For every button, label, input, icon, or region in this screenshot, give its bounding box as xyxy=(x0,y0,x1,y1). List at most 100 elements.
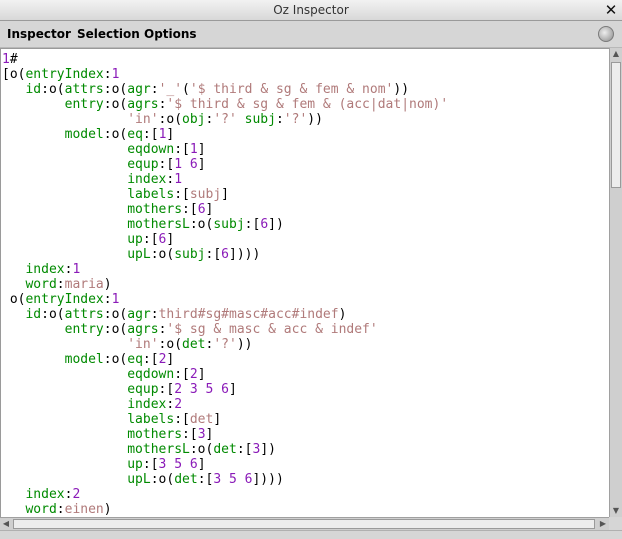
menu-selection[interactable]: Selection xyxy=(77,27,140,41)
feature-name: subj xyxy=(244,112,276,127)
menu-inspector[interactable]: Inspector xyxy=(7,27,71,41)
punctuation: : xyxy=(56,502,65,517)
scroll-left-icon[interactable]: ◀ xyxy=(1,519,11,529)
atom-value: '$ sg & masc & acc & indef' xyxy=(166,322,378,337)
tree-line[interactable]: entry:o(agrs:'$ sg & masc & acc & indef' xyxy=(2,322,609,337)
atom-value: third#sg#masc#acc#indef xyxy=(158,307,339,322)
tree-line[interactable]: index:1 xyxy=(2,172,609,187)
scroll-corner xyxy=(609,517,622,530)
punctuation: :[ xyxy=(174,412,190,427)
tree-line[interactable]: o(entryIndex:1 xyxy=(2,292,609,307)
number-value: 1 xyxy=(189,142,198,157)
number-value: 3 xyxy=(197,427,206,442)
tree-line[interactable]: up:[6] xyxy=(2,232,609,247)
punctuation: ]))) xyxy=(229,247,261,262)
punctuation: :[ xyxy=(142,352,159,367)
punctuation xyxy=(2,187,127,202)
horizontal-scroll-thumb[interactable] xyxy=(13,519,595,529)
tree-line[interactable]: 1# xyxy=(2,52,609,67)
punctuation: :[ xyxy=(174,187,190,202)
punctuation: :[ xyxy=(244,217,261,232)
atom-value: '_' xyxy=(158,82,183,97)
atom-value: '$ third & sg & fem & nom' xyxy=(189,82,394,97)
tree-line[interactable]: eqdown:[1] xyxy=(2,142,609,157)
tree-line[interactable]: word:einen) xyxy=(2,502,609,517)
punctuation xyxy=(2,352,65,367)
punctuation xyxy=(2,247,127,262)
feature-name: index xyxy=(127,397,167,412)
punctuation: :[ xyxy=(197,472,214,487)
tree-line[interactable]: id:o(attrs:o(agr:'_'('$ third & sg & fem… xyxy=(2,82,609,97)
tree-line[interactable]: up:[3 5 6] xyxy=(2,457,609,472)
feature-name: id xyxy=(25,82,42,97)
tree-line[interactable]: equp:[2 3 5 6] xyxy=(2,382,609,397)
vertical-scrollbar[interactable]: ▲ ▼ xyxy=(609,48,622,517)
number-value: 1 xyxy=(2,52,10,67)
feature-name: det xyxy=(174,472,198,487)
punctuation: ]) xyxy=(268,217,284,232)
scroll-up-icon[interactable]: ▲ xyxy=(611,49,621,59)
number-value: 2 3 5 6 xyxy=(174,382,229,397)
horizontal-scrollbar[interactable]: ◀ ▶ xyxy=(0,517,609,530)
tree-line[interactable]: entry:o(agrs:'$ third & sg & fem & (acc|… xyxy=(2,97,609,112)
tree-line[interactable]: mothersL:o(det:[3]) xyxy=(2,442,609,457)
tree-line[interactable]: index:2 xyxy=(2,487,609,502)
feature-name: upL xyxy=(127,247,151,262)
punctuation: :o( xyxy=(41,307,65,322)
tree-line[interactable]: mothers:[6] xyxy=(2,202,609,217)
tree-line[interactable]: labels:[subj] xyxy=(2,187,609,202)
punctuation: )) xyxy=(393,82,410,97)
feature-name: attrs xyxy=(64,82,104,97)
tree-line[interactable]: word:maria) xyxy=(2,277,609,292)
punctuation: ) xyxy=(103,502,112,517)
punctuation xyxy=(2,172,127,187)
tree-line[interactable]: [o(entryIndex:1 xyxy=(2,67,609,82)
tree-line[interactable]: eqdown:[2] xyxy=(2,367,609,382)
tree-line[interactable]: mothers:[3] xyxy=(2,427,609,442)
feature-name: equp xyxy=(127,382,159,397)
feature-name: equp xyxy=(127,157,159,172)
tree-line[interactable]: model:o(eq:[2] xyxy=(2,352,609,367)
feature-name: word xyxy=(25,502,57,517)
atom-value: subj xyxy=(189,187,222,202)
close-icon[interactable]: ✕ xyxy=(602,1,620,19)
number-value: 6 xyxy=(221,247,229,262)
tree-line[interactable]: 'in':o(det:'?')) xyxy=(2,337,609,352)
feature-name: obj xyxy=(182,112,206,127)
punctuation: ] xyxy=(166,127,175,142)
feature-name: eqdown xyxy=(127,142,175,157)
vertical-scroll-thumb[interactable] xyxy=(611,62,621,188)
tree-line[interactable]: mothersL:o(subj:[6]) xyxy=(2,217,609,232)
punctuation: :[ xyxy=(142,232,159,247)
scroll-right-icon[interactable]: ▶ xyxy=(598,519,608,529)
tree-line[interactable]: labels:[det] xyxy=(2,412,609,427)
tree-line[interactable]: model:o(eq:[1] xyxy=(2,127,609,142)
number-value: 6 xyxy=(197,202,206,217)
punctuation: ] xyxy=(221,187,229,202)
feature-name: model xyxy=(64,352,104,367)
punctuation: :o( xyxy=(103,97,128,112)
inspector-view[interactable]: 1# [o(entryIndex:1 id:o(attrs:o(agr:'_'('… xyxy=(0,48,609,517)
tree-line[interactable]: upL:o(subj:[6]))) xyxy=(2,247,609,262)
punctuation: ) xyxy=(338,307,347,322)
punctuation xyxy=(2,217,127,232)
tree-line[interactable]: index:2 xyxy=(2,397,609,412)
punctuation: ] xyxy=(166,352,175,367)
menu-options[interactable]: Options xyxy=(144,27,197,41)
feature-name: mothers xyxy=(127,202,183,217)
feature-name: eqdown xyxy=(127,367,175,382)
punctuation: :o( xyxy=(189,217,214,232)
inspector-tree: 1# [o(entryIndex:1 id:o(attrs:o(agr:'_'('… xyxy=(1,49,609,517)
punctuation: :o( xyxy=(158,337,183,352)
punctuation xyxy=(2,472,127,487)
punctuation xyxy=(2,127,65,142)
scroll-down-icon[interactable]: ▼ xyxy=(611,506,621,516)
feature-name: labels xyxy=(127,187,175,202)
tree-line[interactable]: 'in':o(obj:'?' subj:'?')) xyxy=(2,112,609,127)
tree-line[interactable]: index:1 xyxy=(2,262,609,277)
feature-name: entry xyxy=(64,97,104,112)
punctuation: ( xyxy=(182,82,190,97)
tree-line[interactable]: upL:o(det:[3 5 6]))) xyxy=(2,472,609,487)
tree-line[interactable]: equp:[1 6] xyxy=(2,157,609,172)
tree-line[interactable]: id:o(attrs:o(agr:third#sg#masc#acc#indef… xyxy=(2,307,609,322)
